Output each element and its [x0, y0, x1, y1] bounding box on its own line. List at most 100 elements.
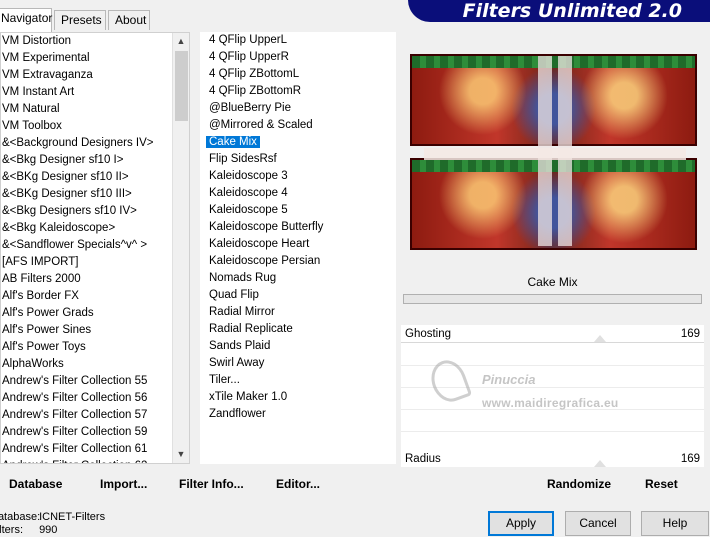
category-item[interactable]: AlphaWorks: [1, 356, 189, 373]
filter-item[interactable]: @Mirrored & Scaled: [200, 117, 396, 134]
tab-presets[interactable]: Presets: [54, 10, 106, 30]
filter-item-label: Kaleidoscope Heart: [209, 238, 310, 250]
param-name: Ghosting: [405, 328, 452, 340]
filter-item-label: Zandflower: [209, 408, 266, 420]
category-item[interactable]: VM Toolbox: [1, 118, 189, 135]
filter-item-label: Kaleidoscope Butterfly: [209, 221, 324, 233]
scroll-down-icon[interactable]: ▼: [173, 446, 189, 463]
reset-button[interactable]: Reset: [645, 474, 678, 494]
category-item[interactable]: Alf's Power Sines: [1, 322, 189, 339]
watermark-url: www.maidiregrafica.eu: [482, 396, 619, 410]
category-item[interactable]: Andrew's Filter Collection 62: [1, 458, 189, 463]
tab-navigator[interactable]: Navigator: [0, 8, 52, 32]
preview-horizontal-band: [424, 148, 686, 160]
filter-item[interactable]: Zandflower: [200, 406, 396, 423]
filter-title: Cake Mix: [527, 275, 578, 289]
filter-item[interactable]: Kaleidoscope 3: [200, 168, 396, 185]
filter-item[interactable]: Cake Mix: [200, 134, 396, 151]
filter-item-label: Swirl Away: [209, 357, 265, 369]
category-item[interactable]: &<Bkg Designer sf10 I>: [1, 152, 189, 169]
randomize-button[interactable]: Randomize: [547, 474, 611, 494]
filter-item[interactable]: Swirl Away: [200, 355, 396, 372]
category-item[interactable]: VM Extravaganza: [1, 67, 189, 84]
category-list[interactable]: VM Distortion VM Experimental VM Extravaga…: [0, 32, 190, 464]
filter-item-label: Tiler...: [209, 374, 240, 386]
status-value: 990: [39, 524, 58, 536]
param-divider: [401, 431, 704, 432]
filter-item[interactable]: @BlueBerry Pie: [200, 100, 396, 117]
status-label: Database:: [0, 511, 41, 523]
slider-thumb[interactable]: [594, 335, 606, 342]
category-item[interactable]: Andrew's Filter Collection 57: [1, 407, 189, 424]
apply-button[interactable]: Apply: [488, 511, 554, 536]
filter-item[interactable]: Quad Flip: [200, 287, 396, 304]
editor-link[interactable]: Editor...: [276, 474, 320, 494]
filter-item[interactable]: Kaleidoscope Butterfly: [200, 219, 396, 236]
category-item[interactable]: Alf's Power Toys: [1, 339, 189, 356]
filter-item-label: Kaleidoscope 3: [209, 170, 288, 182]
filter-item[interactable]: Kaleidoscope Persian: [200, 253, 396, 270]
param-name: Radius: [405, 453, 441, 465]
filter-item[interactable]: Flip SidesRsf: [200, 151, 396, 168]
filter-item-label: Cake Mix: [206, 136, 260, 148]
category-item[interactable]: Andrew's Filter Collection 56: [1, 390, 189, 407]
category-item[interactable]: &<Bkg Kaleidoscope>: [1, 220, 189, 237]
category-item[interactable]: VM Natural: [1, 101, 189, 118]
scroll-thumb[interactable]: [175, 51, 188, 121]
status-label: Filters:: [0, 524, 23, 536]
filter-item[interactable]: Kaleidoscope Heart: [200, 236, 396, 253]
filter-item[interactable]: Radial Mirror: [200, 304, 396, 321]
category-item[interactable]: Alf's Border FX: [1, 288, 189, 305]
filter-item[interactable]: Tiler...: [200, 372, 396, 389]
category-item[interactable]: Andrew's Filter Collection 61: [1, 441, 189, 458]
category-item[interactable]: VM Experimental: [1, 50, 189, 67]
filter-item[interactable]: 4 QFlip UpperR: [200, 49, 396, 66]
category-item[interactable]: VM Instant Art: [1, 84, 189, 101]
category-item[interactable]: Andrew's Filter Collection 59: [1, 424, 189, 441]
help-button[interactable]: Help: [641, 511, 709, 536]
import-link[interactable]: Import...: [100, 474, 147, 494]
filter-info-link[interactable]: Filter Info...: [179, 474, 244, 494]
filter-item[interactable]: Radial Replicate: [200, 321, 396, 338]
filter-item-label: 4 QFlip ZBottomR: [209, 85, 302, 97]
param-ghosting-slider[interactable]: Ghosting 169: [401, 325, 704, 343]
scroll-up-icon[interactable]: ▲: [173, 33, 189, 50]
filter-item[interactable]: Kaleidoscope 4: [200, 185, 396, 202]
category-item[interactable]: Andrew's Filter Collection 55: [1, 373, 189, 390]
tab-about[interactable]: About: [108, 10, 150, 30]
status-value: ICNET-Filters: [39, 511, 106, 523]
category-item[interactable]: &<BKg Designer sf10 II>: [1, 169, 189, 186]
filter-item[interactable]: 4 QFlip UpperL: [200, 32, 396, 49]
filter-item[interactable]: Nomads Rug: [200, 270, 396, 287]
param-radius-slider[interactable]: Radius 169: [401, 450, 704, 468]
filter-item-label: 4 QFlip ZBottomL: [209, 68, 300, 80]
filter-item[interactable]: 4 QFlip ZBottomR: [200, 83, 396, 100]
parameter-toolbar: Randomize Reset: [401, 474, 704, 494]
slider-track[interactable]: [401, 342, 704, 343]
slider-thumb[interactable]: [594, 460, 606, 467]
filter-item[interactable]: Sands Plaid: [200, 338, 396, 355]
filter-item-label: Radial Mirror: [209, 306, 275, 318]
watermark: Pinuccia www.maidiregrafica.eu: [425, 355, 652, 416]
category-item[interactable]: &<Sandflower Specials^v^ >: [1, 237, 189, 254]
watermark-logo-icon: [425, 355, 473, 407]
filter-item[interactable]: xTile Maker 1.0: [200, 389, 396, 406]
category-item[interactable]: AB Filters 2000: [1, 271, 189, 288]
filter-item[interactable]: Kaleidoscope 5: [200, 202, 396, 219]
category-item[interactable]: &<Bkg Designers sf10 IV>: [1, 203, 189, 220]
cancel-button[interactable]: Cancel: [565, 511, 631, 536]
category-item[interactable]: &<Background Designers IV>: [1, 135, 189, 152]
category-item[interactable]: VM Distortion: [1, 33, 189, 50]
filter-item[interactable]: 4 QFlip ZBottomL: [200, 66, 396, 83]
database-link[interactable]: Database: [9, 474, 62, 494]
category-item[interactable]: &<BKg Designer sf10 III>: [1, 186, 189, 203]
filter-item-label: Kaleidoscope Persian: [209, 255, 321, 267]
filter-item-label: Quad Flip: [209, 289, 259, 301]
category-item[interactable]: [AFS IMPORT]: [1, 254, 189, 271]
param-value: 169: [680, 328, 700, 340]
category-item[interactable]: Alf's Power Grads: [1, 305, 189, 322]
app-banner: Filters Unlimited 2.0: [408, 0, 710, 22]
category-scrollbar[interactable]: ▲ ▼: [172, 33, 189, 463]
filter-list[interactable]: 4 QFlip UpperL 4 QFlip UpperR 4 QFlip ZBot…: [200, 32, 396, 464]
filter-description-bar: [403, 294, 702, 304]
